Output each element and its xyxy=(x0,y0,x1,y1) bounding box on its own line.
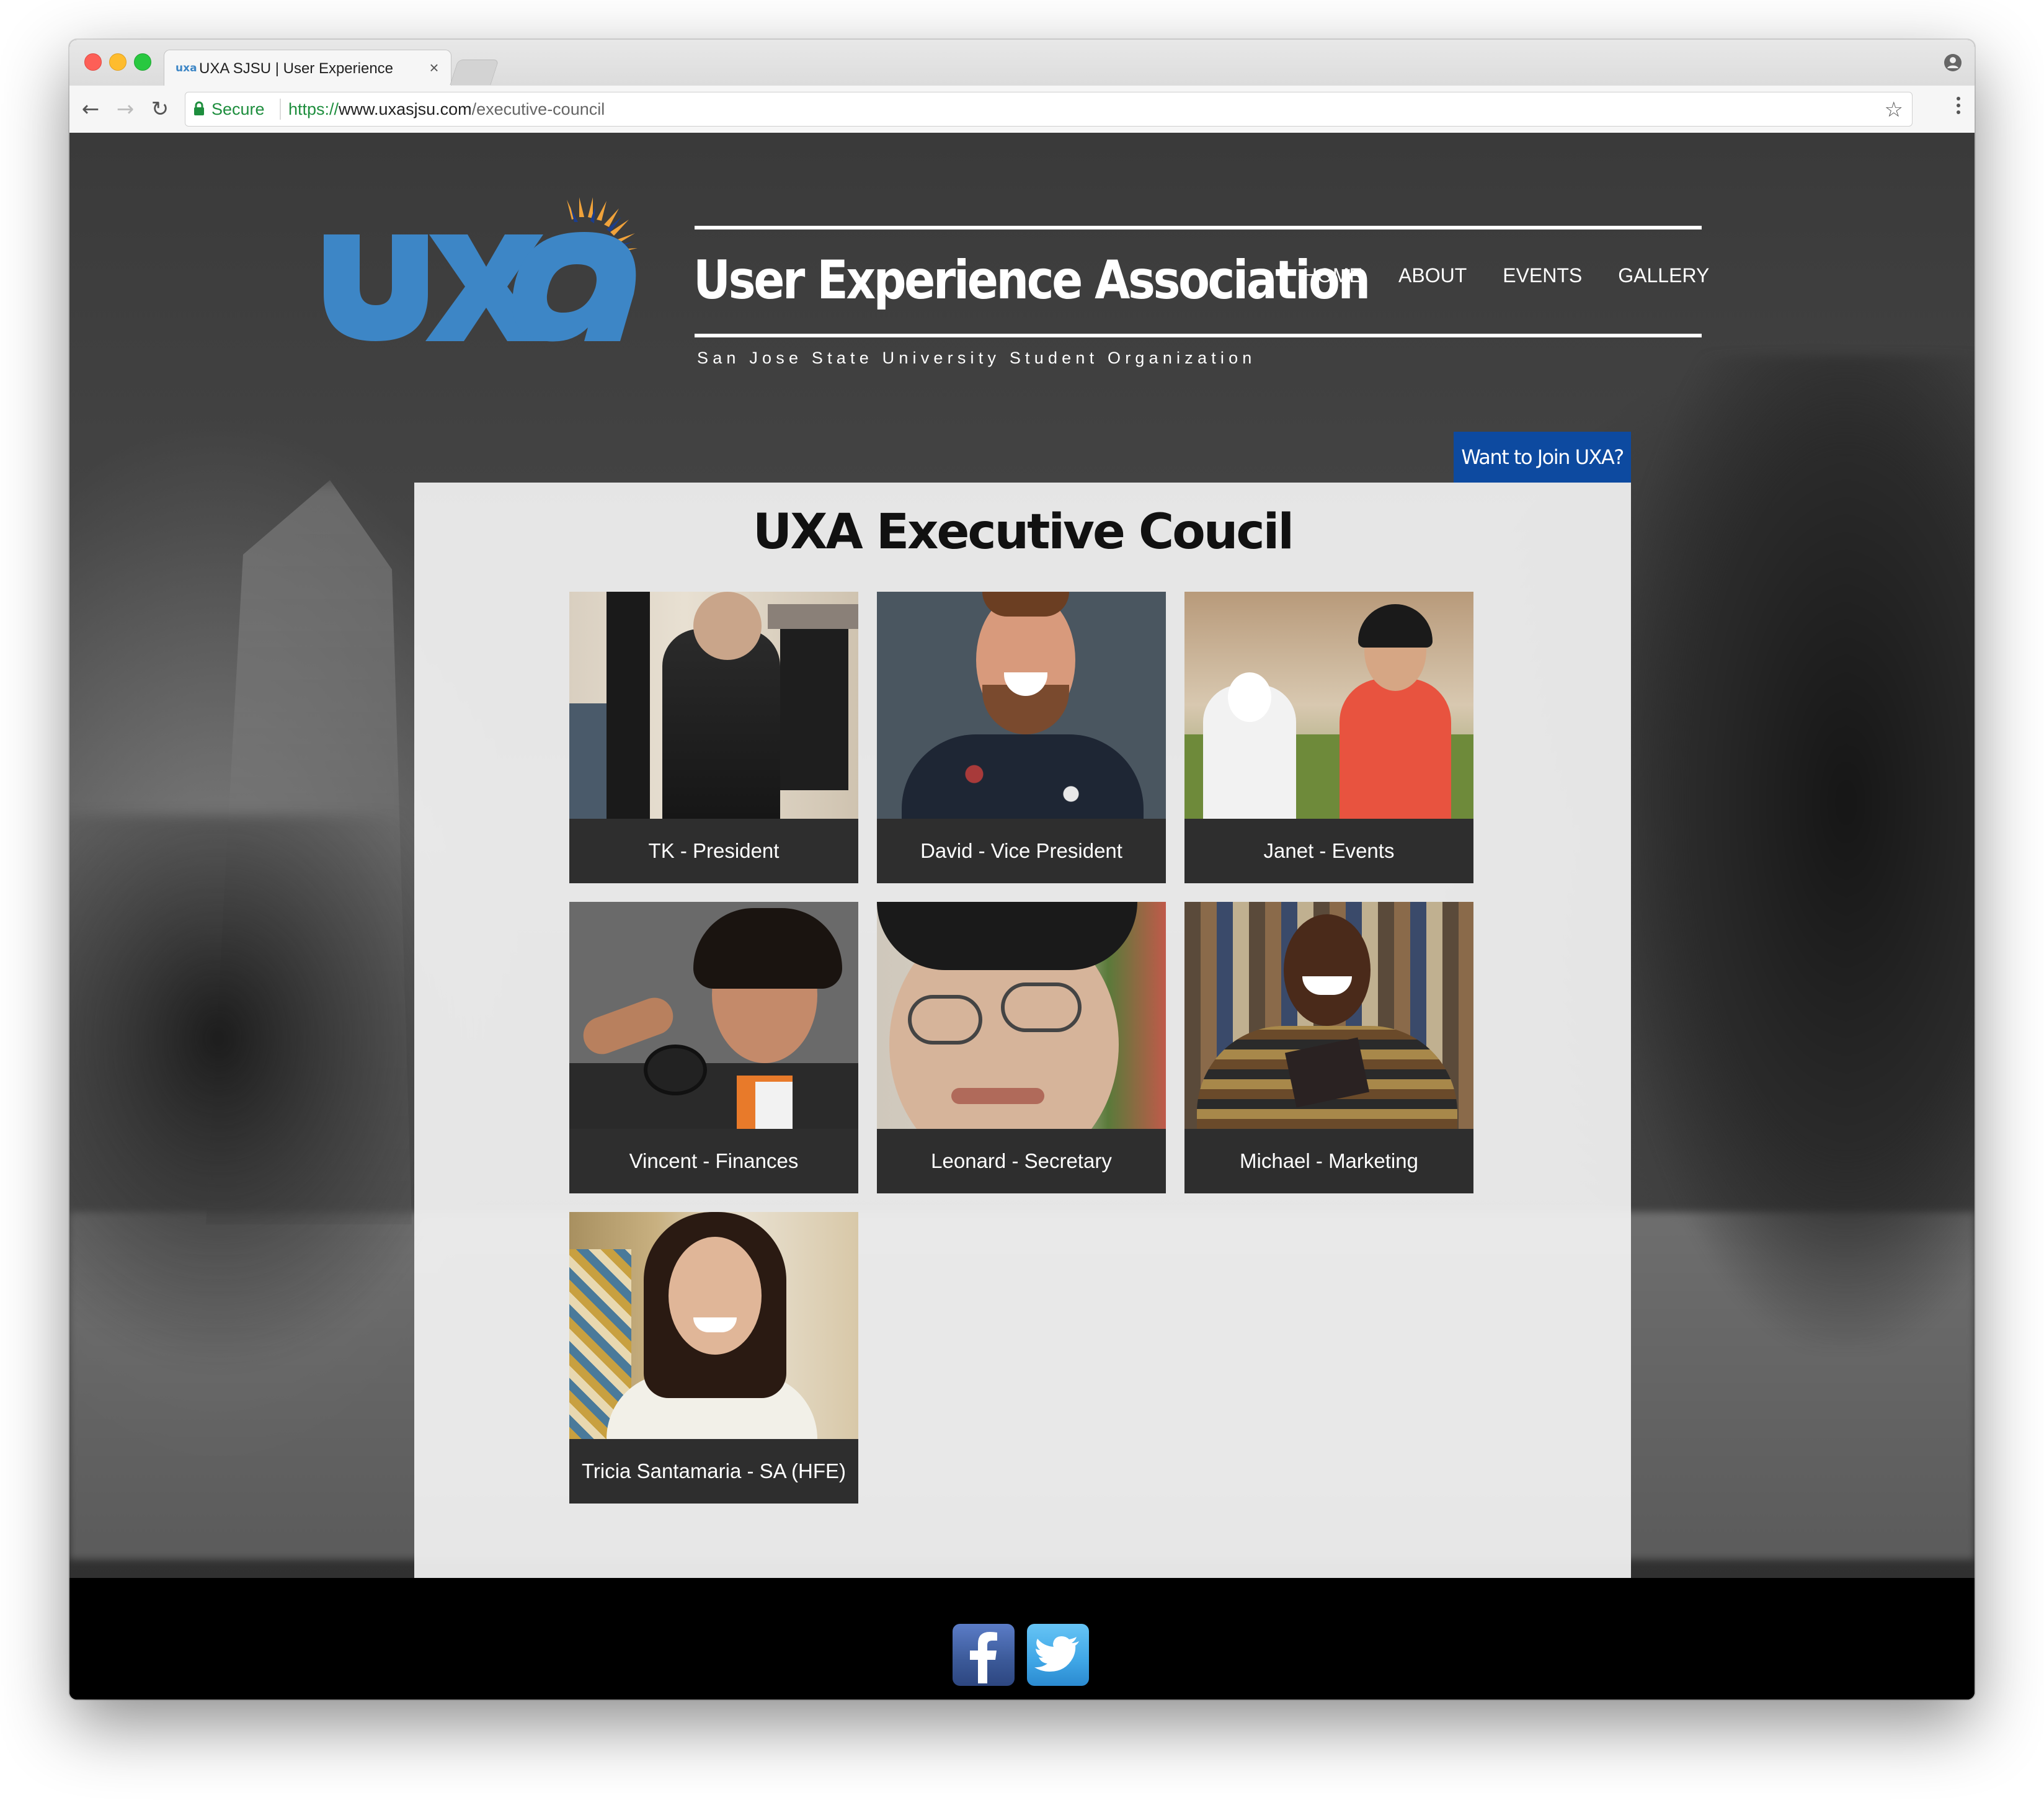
url-text[interactable]: https://www.uxasjsu.com/executive-counci… xyxy=(288,100,605,119)
member-photo xyxy=(877,902,1166,1129)
browser-tab[interactable]: uxa UXA SJSU | User Experience × xyxy=(164,50,451,86)
nav-item-gallery[interactable]: GALLERY xyxy=(1600,257,1727,294)
page-viewport: User Experience Association HOME ABOUT E… xyxy=(69,133,1975,1700)
minimize-window-button[interactable] xyxy=(109,53,127,71)
header-divider-bottom xyxy=(695,334,1702,337)
maximize-window-button[interactable] xyxy=(134,53,151,71)
member-label: Michael - Marketing xyxy=(1184,1129,1473,1193)
member-card-tk[interactable]: TK - President xyxy=(569,592,858,883)
tab-bar: uxa UXA SJSU | User Experience × xyxy=(69,40,1975,86)
favicon-icon: uxa xyxy=(176,62,197,74)
browser-toolbar: ← → ↻ Secure https://www.uxasjsu.com/exe… xyxy=(69,86,1975,133)
member-label: Tricia Santamaria - SA (HFE) xyxy=(569,1439,858,1504)
new-tab-button[interactable] xyxy=(450,60,499,85)
nav-item-about[interactable]: ABOUT xyxy=(1380,257,1485,294)
facebook-icon[interactable] xyxy=(953,1624,1015,1686)
member-photo xyxy=(569,1212,858,1439)
site-subtitle: San Jose State University Student Organi… xyxy=(697,349,1256,367)
page-title: UXA Executive Coucil xyxy=(752,504,1294,560)
nav-item-events[interactable]: EVENTS xyxy=(1485,257,1600,294)
site-title: User Experience Association xyxy=(693,249,1371,311)
uxa-logo[interactable] xyxy=(324,195,671,356)
url-divider xyxy=(280,99,281,120)
join-uxa-button[interactable]: Want to Join UXA? xyxy=(1454,432,1631,483)
star-icon[interactable]: ☆ xyxy=(1885,97,1903,122)
tab-close-icon[interactable]: × xyxy=(425,58,443,78)
member-photo xyxy=(569,902,858,1129)
menu-icon[interactable] xyxy=(1956,97,1961,122)
tab-title: UXA SJSU | User Experience xyxy=(199,60,394,77)
forward-arrow-icon[interactable]: → xyxy=(113,97,138,122)
background-trees-right xyxy=(1607,356,1975,1348)
member-photo xyxy=(1184,902,1473,1129)
member-card-michael[interactable]: Michael - Marketing xyxy=(1184,902,1473,1193)
member-card-vincent[interactable]: Vincent - Finances xyxy=(569,902,858,1193)
member-card-leonard[interactable]: Leonard - Secretary xyxy=(877,902,1166,1193)
member-photo xyxy=(1184,592,1473,819)
secure-label: Secure xyxy=(211,100,265,118)
url-scheme: https:// xyxy=(288,100,339,118)
close-window-button[interactable] xyxy=(84,53,102,71)
header-divider-top xyxy=(695,226,1702,229)
member-label: Vincent - Finances xyxy=(569,1129,858,1193)
url-host: www.uxasjsu.com xyxy=(339,100,472,118)
footer xyxy=(69,1578,1975,1700)
lock-icon xyxy=(194,101,204,115)
content-panel: UXA Executive Coucil TK - President Davi… xyxy=(414,483,1631,1578)
member-grid: TK - President David - Vice President Ja… xyxy=(569,592,1475,1522)
member-card-tricia[interactable]: Tricia Santamaria - SA (HFE) xyxy=(569,1212,858,1504)
main-nav: HOME ABOUT EVENTS GALLERY xyxy=(1285,257,1727,294)
back-arrow-icon[interactable]: ← xyxy=(78,97,103,122)
twitter-icon[interactable] xyxy=(1027,1624,1089,1686)
member-card-janet[interactable]: Janet - Events xyxy=(1184,592,1473,883)
member-label: David - Vice President xyxy=(877,819,1166,883)
url-path: /executive-council xyxy=(471,100,605,118)
member-photo xyxy=(569,592,858,819)
member-label: Leonard - Secretary xyxy=(877,1129,1166,1193)
member-label: TK - President xyxy=(569,819,858,883)
member-photo xyxy=(877,592,1166,819)
address-bar[interactable]: Secure https://www.uxasjsu.com/executive… xyxy=(185,92,1913,127)
nav-item-home[interactable]: HOME xyxy=(1285,257,1380,294)
member-card-david[interactable]: David - Vice President xyxy=(877,592,1166,883)
browser-window: uxa UXA SJSU | User Experience × ← → ↻ S… xyxy=(69,40,1975,1700)
reload-icon[interactable]: ↻ xyxy=(148,97,172,122)
profile-icon[interactable] xyxy=(1944,53,1962,72)
member-label: Janet - Events xyxy=(1184,819,1473,883)
